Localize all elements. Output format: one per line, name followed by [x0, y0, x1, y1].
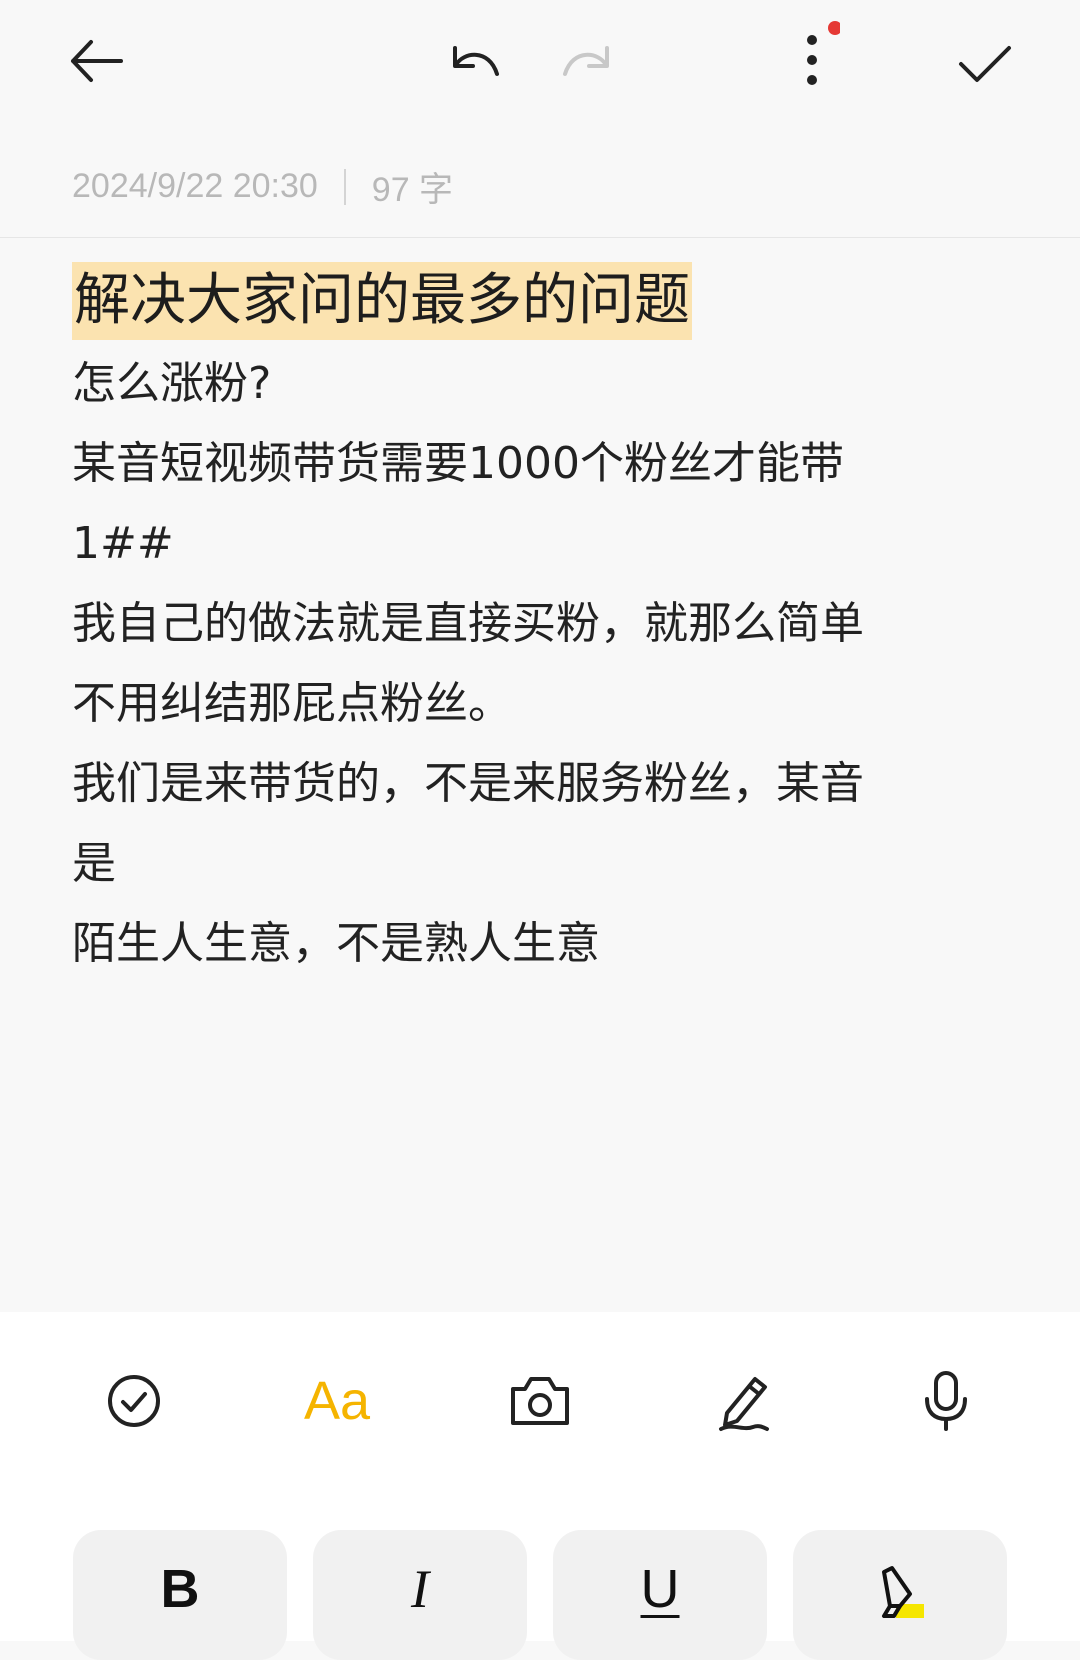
note-line[interactable]: 我们是来带货的，不是来服务粉丝，某音 [72, 744, 972, 824]
highlighter-icon [882, 1566, 924, 1618]
meta-divider [343, 168, 346, 205]
notification-dot [828, 21, 840, 35]
note-line[interactable]: 1## [72, 504, 972, 584]
back-button[interactable] [60, 26, 130, 96]
italic-label: I [411, 1559, 429, 1619]
redo-icon [563, 46, 609, 76]
text-format-button[interactable]: Aa [292, 1356, 382, 1446]
text-format-label: Aa [303, 1371, 371, 1431]
note-date: 2024/9/22 20:30 [72, 167, 318, 205]
redo-button[interactable] [552, 28, 622, 98]
camera-icon [511, 1377, 569, 1425]
note-title-row: 解决大家问的最多的问题 [72, 262, 972, 340]
word-count: 97 字 [371, 171, 454, 209]
pen-icon [719, 1377, 769, 1431]
undo-icon [453, 46, 499, 76]
header-divider [0, 237, 1080, 238]
bottom-toolbar: Aa B I U [0, 1312, 1080, 1660]
note-line[interactable]: 不用纠结那屁点粉丝。 [72, 664, 972, 744]
arrow-left-icon [71, 40, 123, 82]
check-icon [959, 46, 1011, 82]
note-line[interactable]: 是 [72, 824, 972, 904]
note-line[interactable]: 怎么涨粉? [72, 344, 972, 424]
more-options-button[interactable] [790, 20, 850, 100]
note-meta: 2024/9/22 20:30 97 字 [72, 162, 453, 211]
more-vertical-icon [807, 21, 840, 85]
underline-label: U [640, 1559, 680, 1619]
note-line[interactable]: 我自己的做法就是直接买粉，就那么简单 [72, 584, 972, 664]
done-button[interactable] [950, 28, 1020, 98]
note-line[interactable]: 某音短视频带货需要1000个粉丝才能带 [72, 424, 972, 504]
camera-button[interactable] [495, 1356, 585, 1446]
microphone-icon [925, 1371, 967, 1431]
note-title[interactable]: 解决大家问的最多的问题 [72, 262, 692, 340]
checklist-button[interactable] [89, 1356, 179, 1446]
checklist-icon [108, 1375, 160, 1427]
note-editor[interactable]: 解决大家问的最多的问题 怎么涨粉? 某音短视频带货需要1000个粉丝才能带 1#… [72, 262, 972, 984]
note-line[interactable]: 陌生人生意，不是熟人生意 [72, 904, 972, 984]
bold-label: B [160, 1559, 200, 1619]
voice-input-button[interactable] [901, 1356, 991, 1446]
undo-button[interactable] [440, 28, 510, 98]
top-app-bar [0, 0, 1080, 120]
handwriting-button[interactable] [698, 1356, 788, 1446]
